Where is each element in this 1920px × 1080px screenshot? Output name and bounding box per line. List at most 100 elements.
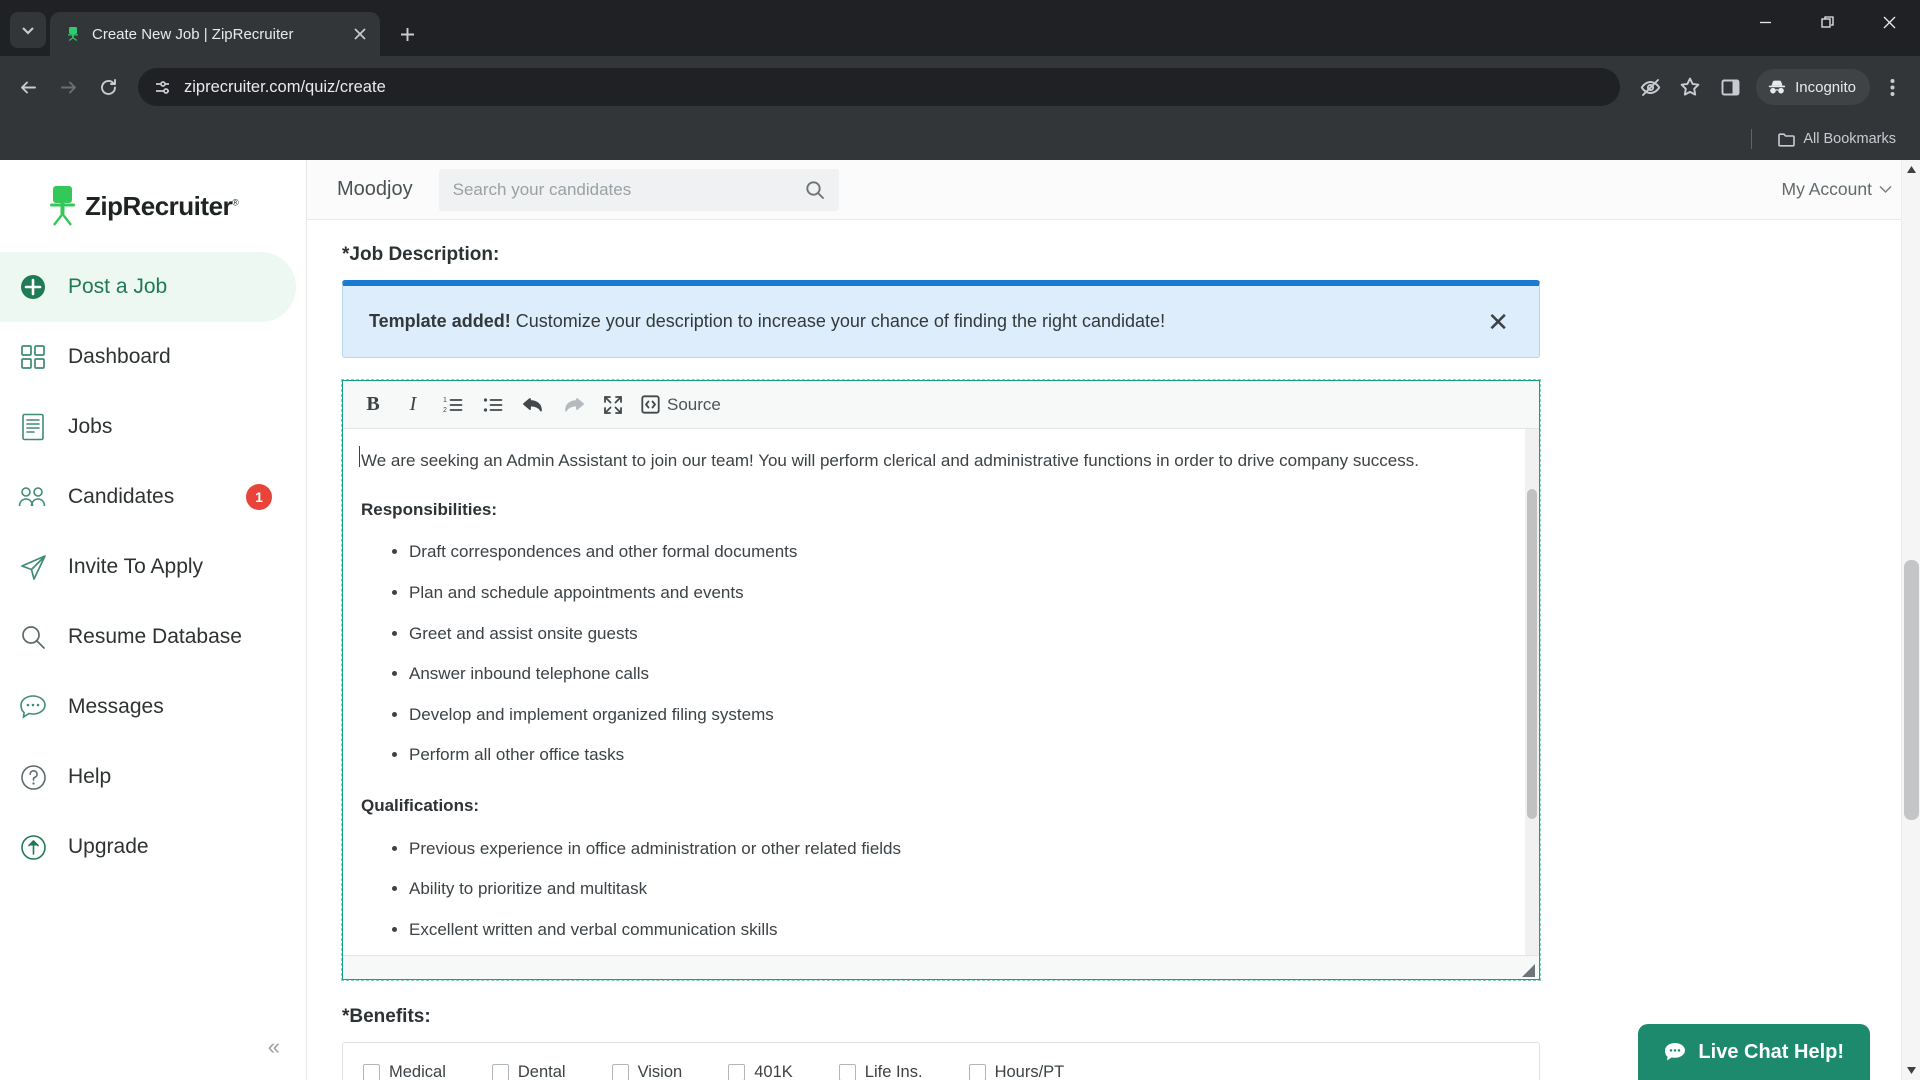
editor-intro-paragraph: We are seeking an Admin Assistant to joi… bbox=[361, 451, 1419, 470]
maximize-icon bbox=[604, 395, 622, 414]
address-bar[interactable]: ziprecruiter.com/quiz/create bbox=[138, 68, 1621, 106]
benefit-option-medical[interactable]: Medical bbox=[363, 1057, 446, 1080]
checkbox[interactable] bbox=[968, 1063, 986, 1080]
side-panel-icon[interactable] bbox=[1712, 69, 1748, 105]
sidebar-item-dashboard[interactable]: Dashboard bbox=[0, 322, 296, 392]
redo-icon bbox=[564, 397, 584, 411]
search-input[interactable] bbox=[452, 179, 805, 200]
job-description-label: *Job Description: bbox=[342, 244, 500, 265]
undo-button[interactable] bbox=[515, 388, 551, 422]
brand-trademark: ® bbox=[232, 196, 239, 207]
benefit-option-hours[interactable]: Hours/PT bbox=[968, 1057, 1064, 1080]
page-scrollbar-thumb[interactable] bbox=[1904, 560, 1919, 820]
source-button[interactable]: Source bbox=[635, 388, 727, 422]
sidebar-item-upgrade[interactable]: Upgrade bbox=[0, 812, 296, 882]
scroll-up-arrow[interactable] bbox=[1902, 160, 1920, 179]
benefit-option-life-insurance[interactable]: Life Ins. bbox=[838, 1057, 923, 1080]
close-window-button[interactable] bbox=[1858, 0, 1920, 44]
checkbox[interactable] bbox=[363, 1063, 380, 1080]
my-account-menu[interactable]: My Account bbox=[1782, 179, 1892, 200]
benefit-option-401k[interactable]: 401K bbox=[728, 1057, 793, 1080]
sidebar-item-resume-database[interactable]: Resume Database bbox=[0, 602, 296, 672]
maximize-button[interactable] bbox=[1796, 0, 1858, 44]
alert-message: Template added! Customize your descripti… bbox=[369, 311, 1165, 332]
qualifications-heading: Qualifications: bbox=[361, 796, 480, 816]
live-chat-help-button[interactable]: Live Chat Help! bbox=[1638, 1024, 1870, 1080]
paper-plane-icon bbox=[16, 554, 50, 581]
all-bookmarks-label: All Bookmarks bbox=[1803, 131, 1896, 147]
list-item: Draft correspondences and other formal d… bbox=[409, 540, 1515, 565]
bulleted-list-icon bbox=[483, 397, 503, 412]
checkbox[interactable] bbox=[728, 1063, 746, 1080]
rich-text-editor[interactable]: B I 1 2 Source We are seeking an Admin A… bbox=[341, 379, 1541, 981]
bold-button[interactable]: B bbox=[355, 388, 391, 422]
all-bookmarks-button[interactable]: All Bookmarks bbox=[1770, 126, 1904, 152]
benefit-option-dental[interactable]: Dental bbox=[491, 1057, 566, 1080]
tracking-protection-icon[interactable] bbox=[1632, 69, 1668, 105]
sidebar-item-candidates[interactable]: Candidates 1 bbox=[0, 462, 296, 532]
benefit-option-vision[interactable]: Vision bbox=[611, 1057, 683, 1080]
editor-scrollbar-thumb[interactable] bbox=[1527, 489, 1537, 819]
alert-strong: Template added! bbox=[369, 311, 511, 331]
benefit-label: Vision bbox=[637, 1062, 683, 1080]
browser-tab[interactable]: Create New Job | ZipRecruiter bbox=[50, 12, 380, 56]
chat-bubble-icon bbox=[16, 694, 50, 720]
sidebar-item-label: Candidates bbox=[68, 485, 175, 508]
sidebar-item-label: Resume Database bbox=[68, 625, 242, 648]
editor-footer bbox=[343, 955, 1539, 979]
text-caret bbox=[359, 446, 360, 467]
tab-search-button[interactable] bbox=[10, 12, 46, 48]
page-scrollbar[interactable] bbox=[1901, 160, 1920, 1080]
list-item: Excellent written and verbal communicati… bbox=[409, 918, 1515, 943]
chrome-menu-icon[interactable] bbox=[1874, 69, 1910, 105]
editor-scrollbar[interactable] bbox=[1525, 429, 1539, 955]
sidebar-nav: Post a Job Dashboard Jobs Candidates 1 I… bbox=[0, 252, 306, 882]
forward-button[interactable] bbox=[50, 69, 86, 105]
plus-circle-icon bbox=[16, 273, 50, 301]
benefit-label: 401K bbox=[754, 1062, 793, 1080]
brand-label: ZipRecruiter bbox=[85, 190, 233, 221]
incognito-indicator[interactable]: Incognito bbox=[1756, 69, 1870, 105]
tab-close-icon[interactable] bbox=[348, 22, 372, 46]
sidebar-item-jobs[interactable]: Jobs bbox=[0, 392, 296, 462]
my-account-label: My Account bbox=[1781, 179, 1872, 199]
numbered-list-button[interactable]: 1 2 bbox=[435, 388, 471, 422]
sidebar-item-label: Upgrade bbox=[68, 835, 149, 858]
chat-bubble-icon bbox=[1665, 1043, 1686, 1061]
site-settings-icon[interactable] bbox=[152, 77, 172, 97]
svg-text:1: 1 bbox=[443, 397, 447, 404]
sidebar-collapse-button[interactable]: « bbox=[268, 1036, 280, 1058]
brand-name: ZipRecruiter® bbox=[85, 190, 239, 222]
redo-button[interactable] bbox=[555, 388, 591, 422]
grid-icon bbox=[16, 344, 50, 370]
app-header: Moodjoy My Account bbox=[307, 160, 1920, 220]
sidebar-item-invite-to-apply[interactable]: Invite To Apply bbox=[0, 532, 296, 602]
italic-button[interactable]: I bbox=[395, 388, 431, 422]
tab-strip: Create New Job | ZipRecruiter bbox=[0, 0, 1920, 56]
editor-resize-handle[interactable] bbox=[1522, 964, 1535, 977]
checkbox[interactable] bbox=[838, 1063, 856, 1080]
ziprecruiter-chair-icon bbox=[64, 25, 82, 43]
alert-close-icon[interactable]: ✕ bbox=[1481, 305, 1515, 339]
editor-content[interactable]: We are seeking an Admin Assistant to joi… bbox=[343, 429, 1539, 955]
sidebar-item-messages[interactable]: Messages bbox=[0, 672, 296, 742]
incognito-icon bbox=[1768, 80, 1786, 94]
scroll-down-arrow[interactable] bbox=[1902, 1061, 1920, 1080]
sidebar-item-help[interactable]: Help bbox=[0, 742, 296, 812]
bookmark-star-icon[interactable] bbox=[1672, 69, 1708, 105]
list-item: Ability to prioritize and multitask bbox=[409, 877, 1515, 902]
list-item: Plan and schedule appointments and event… bbox=[409, 581, 1515, 606]
maximize-editor-button[interactable] bbox=[595, 388, 631, 422]
people-icon bbox=[16, 485, 50, 509]
ziprecruiter-logo[interactable]: ZipRecruiter® bbox=[0, 160, 306, 244]
minimize-button[interactable] bbox=[1734, 0, 1796, 44]
sidebar-item-post-a-job[interactable]: Post a Job bbox=[0, 252, 296, 322]
checkbox[interactable] bbox=[611, 1063, 629, 1080]
reload-button[interactable] bbox=[90, 69, 126, 105]
new-tab-button[interactable] bbox=[390, 17, 424, 51]
back-button[interactable] bbox=[10, 69, 46, 105]
checkbox[interactable] bbox=[491, 1063, 509, 1080]
search-candidates-box[interactable] bbox=[438, 168, 839, 211]
bulleted-list-button[interactable] bbox=[475, 388, 511, 422]
document-icon bbox=[16, 413, 50, 441]
